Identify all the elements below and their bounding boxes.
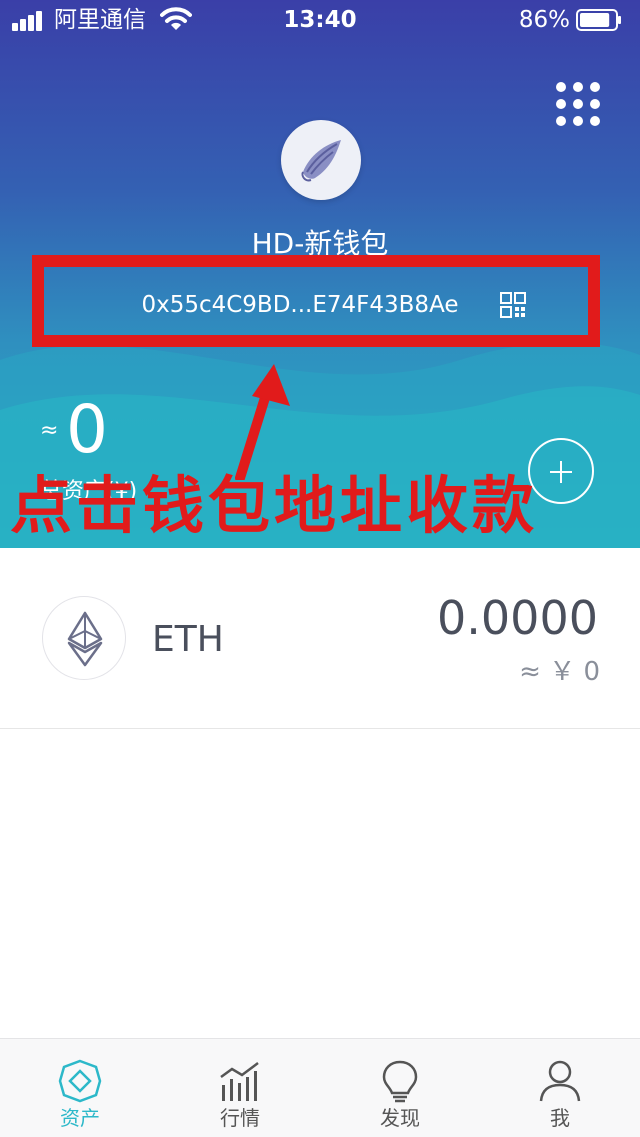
wallet-header: 阿里通信 13:40 86% HD-新钱包 0x55c4C9BD...E74F4…: [0, 0, 640, 548]
wallet-avatar[interactable]: [281, 120, 361, 200]
market-chart-icon: [220, 1062, 259, 1101]
bottom-tab-bar: 资产 行情 发现 我: [0, 1038, 640, 1137]
annotation-caption: 点击钱包地址收款: [10, 469, 539, 542]
token-symbol: ETH: [152, 619, 224, 660]
token-row-eth[interactable]: ETH 0.0000 ≈ ￥ 0: [0, 548, 640, 729]
lightbulb-icon: [382, 1060, 418, 1103]
tab-discover[interactable]: 发现: [320, 1039, 480, 1137]
tab-assets[interactable]: 资产: [0, 1039, 160, 1137]
grid-menu-icon[interactable]: [552, 78, 604, 130]
total-assets-value: 0: [66, 391, 108, 468]
tab-discover-label: 发现: [380, 1106, 420, 1130]
status-bar: 阿里通信 13:40 86%: [0, 0, 640, 40]
token-fiat-value: ≈ ￥ 0: [519, 657, 600, 687]
tab-me-label: 我: [550, 1106, 570, 1130]
annotation-arrow-icon: [235, 364, 290, 480]
tab-market[interactable]: 行情: [160, 1039, 320, 1137]
ethereum-icon: [67, 611, 103, 667]
token-balance: 0.0000: [437, 591, 598, 645]
user-icon: [539, 1060, 581, 1102]
token-logo: [42, 596, 126, 680]
annotation-highlight-box: [32, 255, 600, 347]
tab-assets-label: 资产: [60, 1106, 100, 1130]
battery-percentage: 86%: [518, 7, 570, 33]
assets-icon: [58, 1059, 102, 1103]
tab-market-label: 行情: [220, 1106, 260, 1130]
battery-icon: [576, 9, 621, 31]
tab-me[interactable]: 我: [480, 1039, 640, 1137]
shell-icon: [301, 140, 341, 182]
total-approx-symbol: ≈: [40, 418, 59, 443]
